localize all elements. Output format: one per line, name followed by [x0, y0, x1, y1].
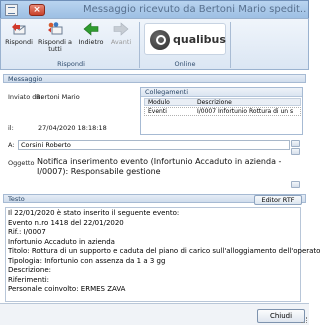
scroll-up-button[interactable]: [291, 140, 300, 147]
recipient-field[interactable]: Corsini Roberto: [18, 140, 290, 150]
section-header-messaggio: Messaggio: [3, 74, 306, 83]
app-icon: [5, 4, 18, 16]
ribbon-separator: [230, 22, 231, 68]
footer-bar: Chiudi: [0, 303, 309, 325]
scroll-down-button[interactable]: [291, 148, 300, 155]
row-descrizione: I/0007 Infortunio Rottura di un s: [197, 108, 294, 115]
body-line: Titolo: Rottura di un supporto e caduta …: [8, 247, 320, 255]
back-arrow-icon: [83, 22, 99, 36]
date-value: 27/04/2020 18:18:18: [38, 124, 107, 132]
message-body[interactable]: Il 22/01/2020 è stato inserito il seguen…: [5, 207, 320, 302]
body-line: Riferimenti:: [8, 275, 50, 284]
to-label: A:: [8, 141, 15, 149]
body-line: Descrizione:: [8, 266, 52, 274]
body-line: Rif.: I/0007: [8, 228, 46, 236]
collegamenti-panel: Collegamenti Modulo Descrizione Eventi I…: [140, 87, 303, 135]
qualibus-button[interactable]: qualibus: [144, 23, 226, 55]
editor-rtf-button[interactable]: Editor RTF: [254, 195, 302, 205]
body-line: Evento n.ro 1418 del 22/01/2020: [8, 218, 124, 227]
reply-button[interactable]: Rispondi: [5, 21, 33, 61]
collegamenti-title: Collegamenti: [141, 88, 302, 97]
close-icon[interactable]: ×: [29, 4, 45, 16]
forward-button-label: Avanti: [110, 38, 132, 46]
title-bar: × Messaggio ricevuto da Bertoni Mario sp…: [0, 0, 309, 18]
subject-label: Oggetto: [8, 159, 35, 167]
forward-button[interactable]: Avanti: [107, 21, 135, 61]
forward-arrow-icon: [113, 22, 129, 36]
body-line: Personale coinvolto: ERMES ZAVA: [8, 285, 126, 293]
close-button[interactable]: Chiudi: [257, 309, 305, 323]
sender-value: Bertoni Mario: [36, 93, 80, 101]
column-header-modulo[interactable]: Modulo: [148, 99, 170, 106]
subject-text: Notifica inserimento evento (Infortunio …: [37, 157, 282, 176]
subject-scroll-button[interactable]: [291, 181, 300, 188]
reply-all-button-label: Rispondi a tutti: [38, 38, 72, 53]
qualibus-logo-icon: [150, 30, 170, 50]
back-button[interactable]: Indietro: [77, 21, 105, 61]
body-line: Infortunio Accaduto in azienda: [8, 237, 115, 246]
reply-icon: [12, 23, 26, 35]
reply-all-icon: [48, 22, 63, 35]
ribbon-separator: [139, 22, 140, 68]
ribbon-toolbar: Rispondi Rispondi a tutti Indietro Avant…: [0, 18, 309, 70]
body-line: Il 22/01/2020 è stato inserito il seguen…: [8, 209, 180, 217]
body-line: Tipologia: Infortunio con assenza da 1 a…: [8, 256, 166, 265]
collegamenti-header-row: Modulo Descrizione: [144, 98, 301, 106]
date-label: il:: [8, 124, 14, 132]
column-header-descrizione[interactable]: Descrizione: [197, 99, 299, 106]
row-modulo: Eventi: [148, 108, 167, 115]
window-title: Messaggio ricevuto da Bertoni Mario sped…: [83, 4, 307, 15]
qualibus-brand: qualibus: [173, 33, 226, 46]
group-label-rispondi: Rispondi: [57, 60, 85, 68]
table-row[interactable]: Eventi I/0007 Infortunio Rottura di un s: [144, 107, 301, 116]
reply-all-button[interactable]: Rispondi a tutti: [37, 21, 73, 61]
group-label-online: Online: [174, 60, 196, 68]
back-button-label: Indietro: [78, 38, 104, 46]
reply-button-label: Rispondi: [5, 38, 33, 46]
resize-grip-icon[interactable]: [301, 317, 307, 323]
